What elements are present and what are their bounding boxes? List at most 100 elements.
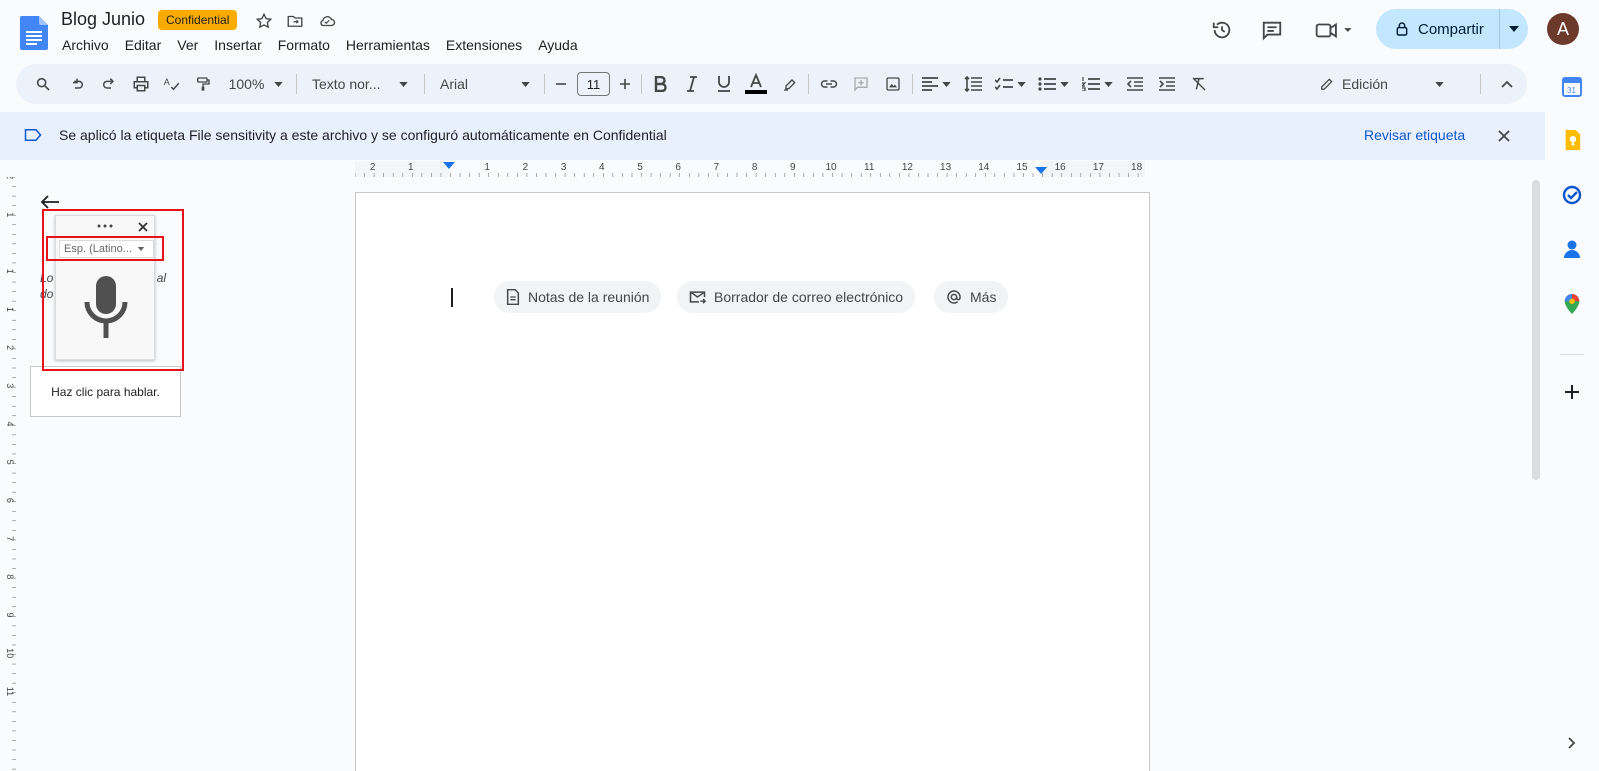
menu-insertar[interactable]: Insertar: [206, 35, 269, 55]
hide-menus-icon[interactable]: [1494, 64, 1520, 104]
cloud-saved-icon[interactable]: [317, 11, 337, 31]
review-label-link[interactable]: Revisar etiqueta: [1364, 127, 1465, 143]
caret-down-icon: [1016, 81, 1026, 87]
document-title[interactable]: Blog Junio: [61, 9, 145, 30]
at-icon: [947, 290, 961, 304]
search-menus-icon[interactable]: [30, 64, 56, 104]
document-icon: [506, 289, 520, 305]
close-banner-icon[interactable]: [1498, 129, 1510, 147]
paint-format-icon[interactable]: [190, 64, 216, 104]
star-icon[interactable]: [254, 11, 274, 31]
ruler-label: 18: [1131, 162, 1143, 173]
share-button[interactable]: Compartir: [1376, 9, 1528, 49]
increase-font-size-icon[interactable]: [614, 64, 636, 104]
increase-indent-icon[interactable]: [1154, 64, 1180, 104]
caret-down-icon: [1059, 81, 1069, 87]
redo-icon[interactable]: [96, 64, 122, 104]
horizontal-ruler[interactable]: 2 1 1 2 3 4 5 6 7 8 9 10 11 12 13 14 15 16 17 18: [355, 161, 1145, 177]
caret-down-icon: [521, 81, 530, 87]
vertical-ruler[interactable]: 2111234567891011: [0, 177, 16, 771]
ruler-label: 8: [752, 162, 758, 173]
calendar-icon[interactable]: 31: [1561, 76, 1583, 98]
decrease-indent-icon[interactable]: [1122, 64, 1148, 104]
add-comment-icon[interactable]: [848, 64, 874, 104]
text-cursor: [451, 288, 453, 307]
highlight-color-icon[interactable]: [778, 64, 802, 104]
print-icon[interactable]: [128, 64, 154, 104]
sensitivity-label-banner: Se aplicó la etiqueta File sensitivity a…: [0, 112, 1545, 160]
menu-editar[interactable]: Editar: [117, 35, 170, 55]
underline-icon[interactable]: [712, 64, 736, 104]
move-folder-icon[interactable]: [285, 11, 305, 31]
vertical-ruler-label: 2: [5, 345, 15, 350]
font-family-value: Arial: [440, 76, 469, 92]
vertical-ruler-label: 1: [5, 212, 15, 217]
insert-image-icon[interactable]: [880, 64, 906, 104]
banner-message: Se aplicó la etiqueta File sensitivity a…: [59, 127, 667, 143]
account-avatar[interactable]: A: [1547, 13, 1579, 45]
decrease-font-size-icon[interactable]: [550, 64, 572, 104]
document-scrollbar[interactable]: [1532, 180, 1540, 480]
align-menu[interactable]: [918, 64, 954, 104]
spellcheck-icon[interactable]: A: [159, 64, 185, 104]
bulleted-list-icon: [1037, 77, 1056, 91]
comments-icon[interactable]: [1258, 16, 1286, 44]
docs-logo-icon[interactable]: [20, 16, 48, 50]
tasks-icon[interactable]: [1561, 184, 1583, 206]
menu-extensiones[interactable]: Extensiones: [438, 35, 530, 55]
menu-formato[interactable]: Formato: [270, 35, 338, 55]
vertical-ruler-label: 6: [5, 498, 15, 503]
vertical-ruler-label: 8: [5, 574, 15, 579]
zoom-select[interactable]: 100%: [221, 64, 291, 104]
caret-down-icon: [941, 81, 951, 87]
menu-bar: Archivo Editar Ver Insertar Formato Herr…: [54, 35, 586, 55]
insert-link-icon[interactable]: [816, 64, 842, 104]
numbered-list-icon: [1081, 77, 1100, 91]
menu-archivo[interactable]: Archivo: [54, 35, 117, 55]
ruler-label: 12: [902, 162, 914, 173]
vertical-ruler-label: 11: [5, 687, 15, 696]
editing-mode-select[interactable]: Edición: [1312, 64, 1452, 104]
checklist-icon: [994, 77, 1013, 91]
ruler-label: 1: [484, 162, 490, 173]
line-spacing-icon[interactable]: [960, 64, 986, 104]
lock-icon: [1396, 22, 1408, 36]
expand-panel-icon[interactable]: [1561, 732, 1583, 754]
bold-icon[interactable]: [648, 64, 672, 104]
paragraph-style-select[interactable]: Texto nor...: [304, 64, 416, 104]
meet-icon[interactable]: [1312, 16, 1358, 44]
bulleted-list-menu[interactable]: [1034, 64, 1072, 104]
maps-icon[interactable]: [1561, 293, 1583, 315]
ruler-label: 1: [408, 162, 414, 173]
highlight-box-widget: [42, 209, 184, 371]
document-page[interactable]: [355, 192, 1150, 771]
ruler-label: 10: [825, 162, 837, 173]
caret-down-icon: [274, 81, 284, 87]
email-draft-chip[interactable]: Borrador de correo electrónico: [677, 281, 916, 313]
menu-herramientas[interactable]: Herramientas: [338, 35, 438, 55]
svg-text:A: A: [164, 77, 170, 87]
sensitivity-badge[interactable]: Confidential: [158, 10, 238, 30]
highlight-box-language: [46, 236, 164, 261]
menu-ver[interactable]: Ver: [169, 35, 206, 55]
vertical-ruler-label: 7: [5, 536, 15, 541]
caret-down-icon: [1509, 26, 1519, 32]
menu-ayuda[interactable]: Ayuda: [530, 35, 585, 55]
contacts-icon[interactable]: [1561, 238, 1583, 260]
checklist-menu[interactable]: [992, 64, 1028, 104]
add-addon-icon[interactable]: [1561, 381, 1583, 403]
text-color-icon[interactable]: [742, 64, 770, 104]
undo-icon[interactable]: [64, 64, 90, 104]
share-dropdown[interactable]: [1500, 26, 1528, 32]
font-size-input[interactable]: 11: [577, 72, 610, 96]
keep-icon[interactable]: [1561, 129, 1583, 151]
numbered-list-menu[interactable]: [1078, 64, 1116, 104]
font-family-select[interactable]: Arial: [432, 64, 538, 104]
meeting-notes-chip[interactable]: Notas de la reunión: [494, 281, 662, 313]
italic-icon[interactable]: [680, 64, 704, 104]
meeting-notes-label: Notas de la reunión: [528, 289, 650, 305]
clear-formatting-icon[interactable]: [1186, 64, 1212, 104]
version-history-icon[interactable]: [1208, 16, 1236, 44]
more-chip[interactable]: Más: [934, 281, 1009, 313]
vertical-ruler-label: 2: [5, 177, 15, 179]
